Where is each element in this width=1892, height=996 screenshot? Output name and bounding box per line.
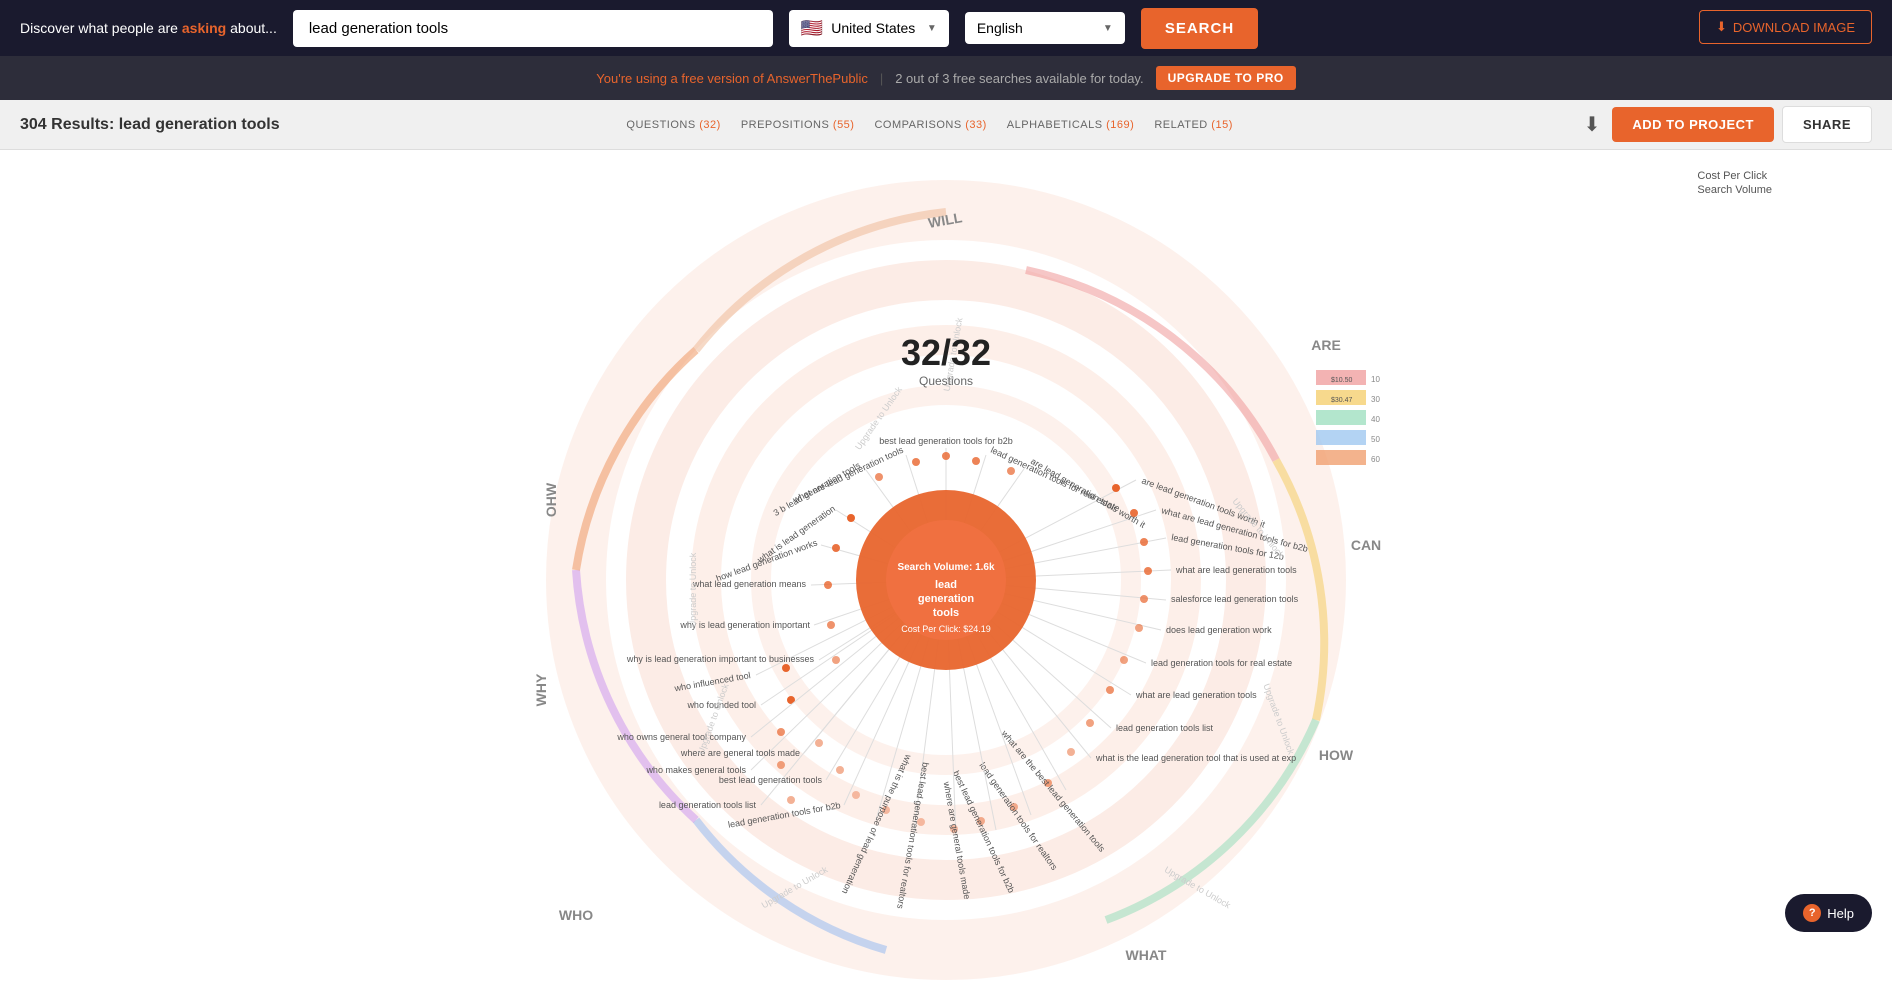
results-count: 304 Results: lead generation tools (20, 116, 280, 134)
cpc-legend: Cost Per Click (1697, 170, 1767, 182)
tab-count: (15) (1211, 119, 1233, 131)
svg-text:what are lead generation tools: what are lead generation tools (1135, 690, 1257, 700)
tab-count: (32) (699, 119, 721, 131)
country-flag: 🇺🇸 (801, 18, 823, 39)
svg-text:who owns general tool company: who owns general tool company (616, 732, 746, 742)
svg-text:30: 30 (1371, 395, 1380, 404)
language-selector[interactable]: English ▼ (965, 12, 1125, 44)
svg-text:tools: tools (933, 607, 959, 619)
svg-text:what is the lead generation to: what is the lead generation tool that is… (1095, 753, 1296, 763)
search-field-wrap[interactable] (293, 10, 773, 47)
cpc-label: Cost Per Click (1697, 170, 1767, 182)
svg-text:lead: lead (935, 579, 957, 591)
upgrade-button[interactable]: UPGRADE TO PRO (1156, 66, 1296, 90)
svg-text:does lead generation work: does lead generation work (1166, 625, 1272, 635)
svg-text:lead generation tools for real: lead generation tools for real estate (1151, 658, 1292, 668)
country-label: United States (831, 20, 915, 36)
tab-label: QUESTIONS (626, 119, 695, 131)
svg-text:10: 10 (1371, 375, 1380, 384)
help-icon: ? (1803, 904, 1821, 922)
notification-bar: You're using a free version of AnswerThe… (0, 56, 1892, 100)
download-icon: ⬇ (1716, 19, 1727, 35)
brand-asking: asking (182, 20, 226, 36)
notif-separator: | (880, 71, 883, 86)
svg-text:ARE: ARE (1311, 337, 1341, 353)
download-button-label: DOWNLOAD IMAGE (1733, 20, 1855, 35)
svg-text:what are lead generation tools: what are lead generation tools (1175, 565, 1297, 575)
svg-text:generation: generation (918, 593, 975, 605)
free-version-notice: You're using a free version of AnswerThe… (596, 71, 868, 86)
tab-count: (169) (1106, 119, 1134, 131)
svg-text:Cost Per Click: $24.19: Cost Per Click: $24.19 (901, 624, 991, 634)
main-content: Cost Per Click Search Volume (0, 150, 1892, 996)
search-button[interactable]: SEARCH (1141, 8, 1258, 49)
svg-text:Questions: Questions (919, 374, 973, 388)
tab-label: ALPHABETICALS (1007, 119, 1103, 131)
legend: Cost Per Click Search Volume (1697, 170, 1772, 196)
download-icon-button[interactable]: ⬇ (1580, 108, 1605, 141)
svg-text:$10.50: $10.50 (1331, 377, 1353, 384)
tabs-container: QUESTIONS (32) PREPOSITIONS (55) COMPARISO… (280, 115, 1580, 135)
help-label: Help (1827, 906, 1854, 921)
sv-legend: Search Volume (1697, 184, 1772, 196)
svg-text:salesforce lead generation too: salesforce lead generation tools (1171, 594, 1299, 604)
country-selector[interactable]: 🇺🇸 United States ▼ (789, 10, 949, 47)
svg-text:32/32: 32/32 (901, 332, 991, 373)
svg-text:WHAT: WHAT (1126, 947, 1167, 963)
tab-count: (55) (833, 119, 855, 131)
search-input[interactable] (293, 10, 773, 47)
brand: Discover what people are asking about... (20, 19, 277, 37)
svg-text:WHY: WHY (533, 673, 549, 706)
svg-text:why is lead generation importa: why is lead generation important to busi… (626, 654, 815, 664)
svg-text:why is lead generation importa: why is lead generation important (679, 620, 810, 630)
tab-label: COMPARISONS (874, 119, 961, 131)
country-dropdown-arrow: ▼ (927, 23, 937, 34)
wheel-container: WILL ARE CAN HOW WHAT WHO WHY OHW who in… (496, 170, 1396, 990)
svg-text:HOW: HOW (1319, 747, 1354, 763)
svg-text:60: 60 (1371, 455, 1380, 464)
sv-label: Search Volume (1697, 184, 1772, 196)
svg-text:WHO: WHO (559, 907, 593, 923)
help-button[interactable]: ? Help (1785, 894, 1872, 932)
svg-text:$30.47: $30.47 (1331, 397, 1353, 404)
svg-text:40: 40 (1371, 415, 1380, 424)
svg-text:Upgrade to Unlock: Upgrade to Unlock (688, 552, 698, 627)
svg-text:what lead generation means: what lead generation means (692, 579, 807, 589)
download-image-button[interactable]: ⬇ DOWNLOAD IMAGE (1699, 10, 1872, 44)
language-label: English (977, 20, 1023, 36)
language-dropdown-arrow: ▼ (1103, 23, 1113, 34)
tab-related[interactable]: RELATED (15) (1154, 115, 1233, 135)
tab-alphabeticals[interactable]: ALPHABETICALS (169) (1007, 115, 1135, 135)
header: Discover what people are asking about...… (0, 0, 1892, 56)
searches-remaining: 2 out of 3 free searches available for t… (895, 71, 1143, 86)
tab-comparisons[interactable]: COMPARISONS (33) (874, 115, 986, 135)
svg-text:lead generation tools list: lead generation tools list (1116, 723, 1214, 733)
results-query: lead generation tools (119, 116, 280, 133)
svg-text:CAN: CAN (1351, 537, 1381, 553)
svg-text:lead generation tools list: lead generation tools list (659, 800, 757, 810)
svg-text:50: 50 (1371, 435, 1380, 444)
count-number: 304 (20, 116, 47, 133)
tab-questions[interactable]: QUESTIONS (32) (626, 115, 720, 135)
action-buttons: ⬇ ADD TO PROJECT SHARE (1580, 106, 1872, 143)
svg-text:OHW: OHW (543, 482, 559, 517)
results-bar: 304 Results: lead generation tools QUEST… (0, 100, 1892, 150)
add-to-project-button[interactable]: ADD TO PROJECT (1612, 107, 1774, 142)
svg-text:who makes general tools: who makes general tools (645, 765, 746, 775)
svg-text:Search Volume: 1.6k: Search Volume: 1.6k (897, 562, 995, 573)
svg-text:best lead generation tools: best lead generation tools (719, 775, 823, 785)
results-label: Results: (51, 116, 119, 133)
tab-label: PREPOSITIONS (741, 119, 830, 131)
share-button[interactable]: SHARE (1782, 106, 1872, 143)
svg-text:what are the best lead generat: what are the best lead generation tools (999, 728, 1107, 854)
tab-count: (33) (965, 119, 987, 131)
tab-label: RELATED (1154, 119, 1207, 131)
wheel-svg: WILL ARE CAN HOW WHAT WHO WHY OHW who in… (496, 170, 1396, 990)
tab-prepositions[interactable]: PREPOSITIONS (55) (741, 115, 855, 135)
